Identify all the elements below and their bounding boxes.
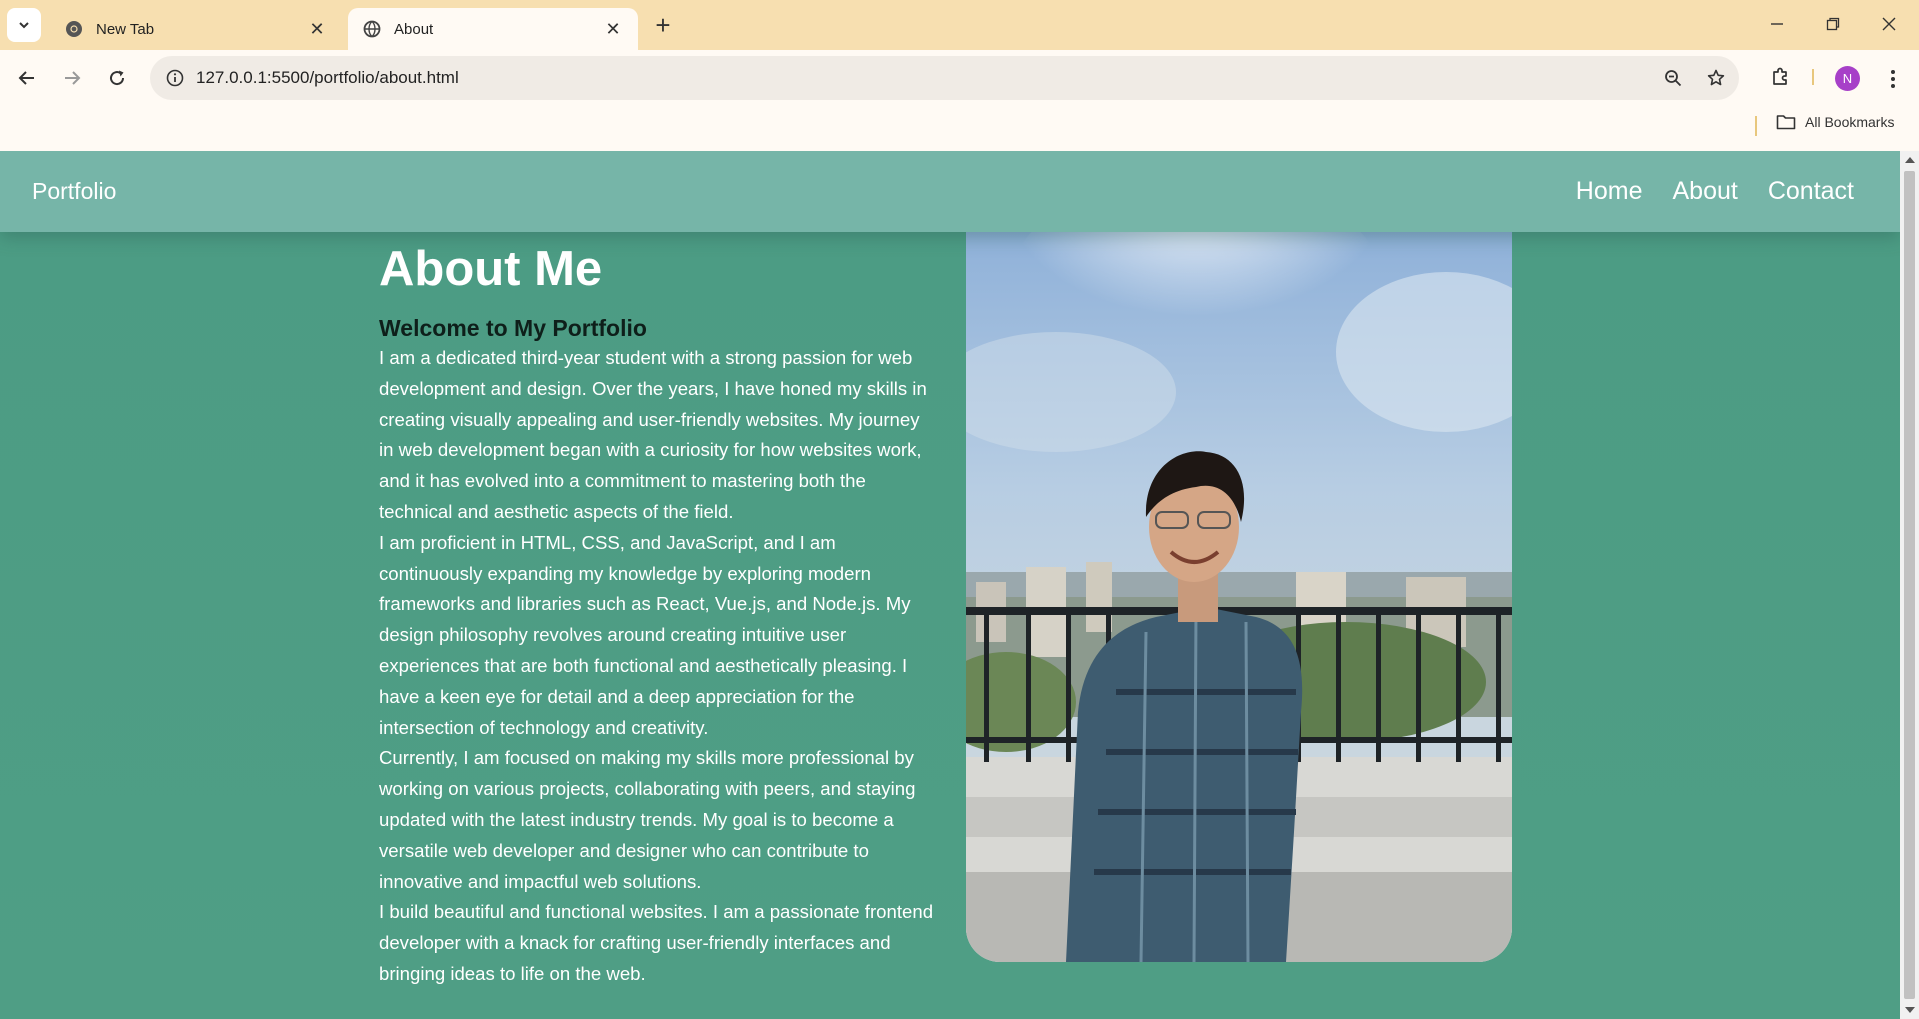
chrome-icon <box>64 19 84 39</box>
bookmark-star-icon[interactable] <box>1701 63 1731 93</box>
restore-icon <box>1826 17 1840 31</box>
arrow-right-icon <box>65 71 81 85</box>
section-subheading: Welcome to My Portfolio <box>379 315 647 341</box>
nav-home-link[interactable]: Home <box>1576 177 1643 206</box>
back-button[interactable] <box>8 59 46 97</box>
tab-new-tab[interactable]: New Tab ✕ <box>50 8 342 50</box>
tab-search-button[interactable] <box>7 8 41 42</box>
extensions-button[interactable] <box>1764 59 1798 93</box>
all-bookmarks-button[interactable]: All Bookmarks <box>1776 114 1894 130</box>
browser-toolbar: 127.0.0.1:5500/portfolio/about.html <box>0 50 1919 108</box>
about-paragraph: Currently, I am focused on making my ski… <box>379 747 916 892</box>
bookmarks-bar: All Bookmarks <box>0 108 1919 151</box>
minimize-button[interactable] <box>1749 0 1805 48</box>
scroll-up-arrow-icon[interactable] <box>1905 157 1915 163</box>
close-icon <box>1882 17 1896 31</box>
tab-strip: New Tab ✕ About ✕ + <box>0 0 1919 50</box>
profile-photo <box>966 232 1512 962</box>
site-info-icon[interactable] <box>160 63 190 93</box>
tab-title: About <box>394 20 434 38</box>
folder-icon <box>1776 114 1796 130</box>
scroll-down-arrow-icon[interactable] <box>1905 1007 1915 1013</box>
close-icon[interactable]: ✕ <box>306 18 328 40</box>
reload-icon <box>110 70 125 86</box>
site-navbar: Portfolio Home About Contact <box>0 151 1900 232</box>
all-bookmarks-label: All Bookmarks <box>1805 114 1895 130</box>
tab-about[interactable]: About ✕ <box>348 8 638 50</box>
close-icon[interactable]: ✕ <box>602 18 624 40</box>
page-scrollbar[interactable] <box>1900 151 1919 1019</box>
puzzle-icon <box>1773 67 1787 85</box>
about-paragraph: I am a dedicated third-year student with… <box>379 347 927 522</box>
window-close-button[interactable] <box>1861 0 1917 48</box>
scrollbar-thumb[interactable] <box>1904 171 1915 999</box>
nav-contact-link[interactable]: Contact <box>1768 177 1854 206</box>
new-tab-button[interactable]: + <box>648 10 678 40</box>
about-paragraph: I am proficient in HTML, CSS, and JavaSc… <box>379 531 911 738</box>
nav-about-link[interactable]: About <box>1672 177 1737 206</box>
globe-icon <box>362 19 382 39</box>
about-paragraph: I build beautiful and functional website… <box>379 901 934 984</box>
reload-button[interactable] <box>98 59 136 97</box>
tab-title: New Tab <box>96 20 155 38</box>
address-bar[interactable]: 127.0.0.1:5500/portfolio/about.html <box>150 56 1739 100</box>
url-text: 127.0.0.1:5500/portfolio/about.html <box>196 68 459 87</box>
restore-button[interactable] <box>1805 0 1861 48</box>
page-title: About Me <box>379 242 603 296</box>
more-vertical-icon <box>1891 70 1895 88</box>
toolbar-divider <box>1812 69 1814 85</box>
profile-avatar[interactable]: N <box>1835 66 1860 91</box>
zoom-icon[interactable] <box>1658 63 1688 93</box>
minimize-icon <box>1771 23 1783 25</box>
chevron-down-icon <box>19 22 29 29</box>
arrow-left-icon <box>18 71 34 85</box>
browser-menu-button[interactable] <box>1878 62 1908 96</box>
site-brand[interactable]: Portfolio <box>32 178 116 205</box>
page-viewport: Portfolio Home About Contact About Me We… <box>0 151 1900 1019</box>
forward-button[interactable] <box>53 59 91 97</box>
about-section: About Me Welcome to My Portfolio I am a … <box>379 239 935 990</box>
nav-links: Home About Contact <box>1576 177 1854 206</box>
bookmarks-divider <box>1755 116 1757 136</box>
